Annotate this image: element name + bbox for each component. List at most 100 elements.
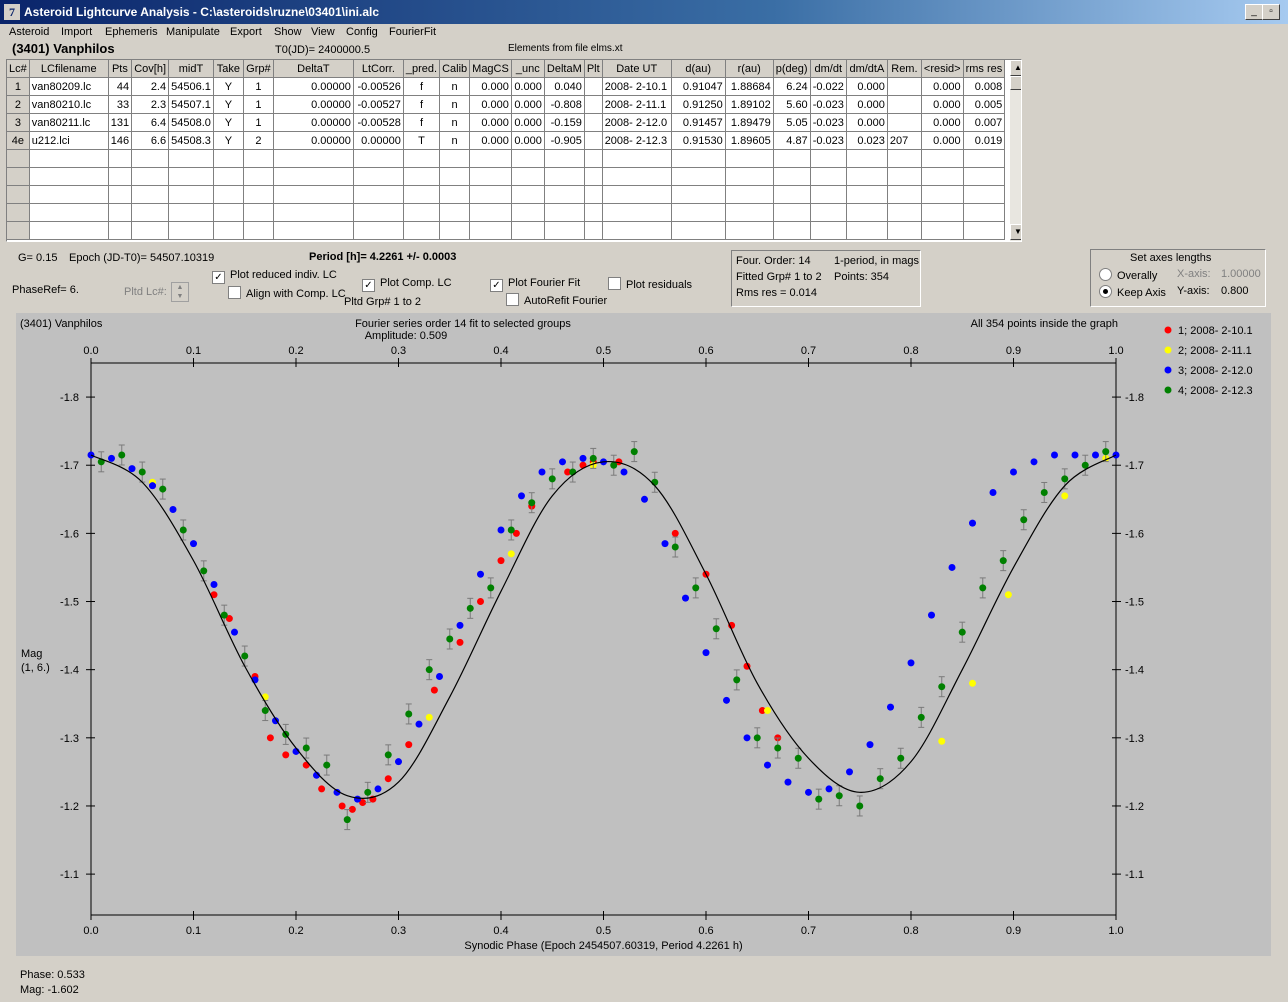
table-cell[interactable] [131, 149, 170, 168]
table-cell[interactable]: 1.89479 [725, 113, 774, 132]
table-cell[interactable] [168, 203, 214, 222]
table-cell[interactable] [584, 77, 603, 96]
table-cell[interactable]: 0.91250 [671, 95, 726, 114]
table-cell[interactable] [213, 203, 244, 222]
pltd-lc-spinner[interactable]: ▲ ▼ [171, 282, 189, 302]
column-header[interactable]: midT [168, 60, 214, 78]
table-cell[interactable] [544, 203, 585, 222]
table-cell[interactable] [602, 185, 672, 204]
column-header[interactable]: Lc# [7, 60, 30, 78]
column-header[interactable]: LCfilename [29, 60, 109, 78]
table-cell[interactable]: 0.000 [846, 95, 888, 114]
column-header[interactable]: Rem. [887, 60, 922, 78]
table-cell[interactable] [353, 167, 404, 186]
table-cell[interactable]: 0.000 [921, 113, 964, 132]
table-cell[interactable]: Y [213, 113, 244, 132]
table-row[interactable]: 4e u212.lci 146 6.6 54508.3 Y 2 0.00000 0.00000 T… [7, 131, 1006, 150]
menu-import[interactable]: Import [61, 26, 92, 38]
table-cell[interactable] [773, 149, 811, 168]
table-cell[interactable] [29, 149, 109, 168]
table-cell[interactable] [602, 149, 672, 168]
column-header[interactable]: LtCorr. [353, 60, 404, 78]
table-row[interactable]: 2 van80210.lc 33 2.3 54507.1 Y 1 0.00000 -0.0052… [7, 95, 1006, 114]
table-cell[interactable] [846, 221, 888, 240]
column-header[interactable]: DeltaM [544, 60, 585, 78]
table-cell[interactable]: 5.05 [773, 113, 811, 132]
column-header[interactable]: d(au) [671, 60, 726, 78]
table-cell[interactable]: 0.000 [921, 95, 964, 114]
table-cell[interactable] [584, 221, 603, 240]
table-cell[interactable] [921, 185, 964, 204]
table-cell[interactable] [403, 167, 441, 186]
table-cell[interactable]: 0.00000 [273, 95, 354, 114]
column-header[interactable]: Pts [108, 60, 133, 78]
table-cell[interactable]: -0.023 [810, 131, 847, 150]
table-cell[interactable]: 0.000 [469, 77, 512, 96]
table-row[interactable] [7, 149, 1006, 168]
table-cell[interactable] [846, 167, 888, 186]
table-cell[interactable] [29, 203, 109, 222]
table-cell[interactable]: 0.91047 [671, 77, 726, 96]
table-cell[interactable] [584, 131, 603, 150]
table-cell[interactable] [725, 149, 774, 168]
table-cell[interactable]: 6.4 [131, 113, 170, 132]
table-cell[interactable]: 33 [108, 95, 133, 114]
table-cell[interactable]: 6.24 [773, 77, 811, 96]
table-cell[interactable] [846, 185, 888, 204]
column-header[interactable]: <resid> [921, 60, 964, 78]
table-cell[interactable] [131, 203, 170, 222]
table-cell[interactable] [810, 185, 847, 204]
table-cell[interactable] [243, 221, 274, 240]
keep-axis-radio[interactable]: Keep Axis [1099, 285, 1166, 299]
table-cell[interactable]: -0.023 [810, 113, 847, 132]
table-cell[interactable]: 2008- 2-12.3 [602, 131, 672, 150]
table-cell[interactable] [273, 185, 354, 204]
table-cell[interactable]: 54508.0 [168, 113, 214, 132]
table-cell[interactable]: 1.89605 [725, 131, 774, 150]
table-cell[interactable] [403, 149, 441, 168]
table-cell[interactable] [243, 185, 274, 204]
table-cell[interactable]: n [439, 77, 471, 96]
table-cell[interactable] [544, 221, 585, 240]
scroll-down-arrow-icon[interactable]: ▼ [1010, 224, 1021, 240]
table-cell[interactable] [887, 77, 922, 96]
table-cell[interactable]: 1.88684 [725, 77, 774, 96]
table-cell[interactable] [810, 203, 847, 222]
overally-radio[interactable]: Overally [1099, 268, 1157, 282]
table-cell[interactable] [511, 203, 545, 222]
table-cell[interactable] [469, 203, 512, 222]
table-cell[interactable] [353, 221, 404, 240]
table-cell[interactable]: 207 [887, 131, 922, 150]
align-comp-checkbox[interactable]: Align with Comp. LC [228, 286, 346, 300]
table-cell[interactable] [213, 221, 244, 240]
table-cell[interactable]: 2008- 2-11.1 [602, 95, 672, 114]
table-cell[interactable]: 5.60 [773, 95, 811, 114]
table-cell[interactable] [773, 203, 811, 222]
plot-fourier-checkbox[interactable]: ✓ Plot Fourier Fit [490, 277, 580, 292]
table-cell[interactable] [439, 167, 471, 186]
table-cell[interactable]: 2.3 [131, 95, 170, 114]
table-cell[interactable]: 0.00000 [273, 113, 354, 132]
table-cell[interactable]: -0.159 [544, 113, 585, 132]
table-cell[interactable] [29, 221, 109, 240]
table-cell[interactable] [353, 185, 404, 204]
table-cell[interactable]: 0.000 [511, 131, 545, 150]
table-cell[interactable] [544, 185, 585, 204]
table-cell[interactable] [725, 167, 774, 186]
table-cell[interactable] [671, 203, 726, 222]
table-cell[interactable] [725, 185, 774, 204]
table-cell[interactable]: 0.000 [921, 77, 964, 96]
table-cell[interactable]: Y [213, 77, 244, 96]
table-cell[interactable] [168, 167, 214, 186]
column-header[interactable]: dm/dt [810, 60, 847, 78]
table-cell[interactable] [403, 203, 441, 222]
table-cell[interactable] [213, 149, 244, 168]
maximize-button[interactable]: ▫ [1262, 4, 1280, 20]
row-header[interactable] [7, 149, 30, 168]
table-cell[interactable] [511, 167, 545, 186]
row-header[interactable] [7, 203, 30, 222]
row-header[interactable] [7, 185, 30, 204]
column-header[interactable]: dm/dtA [846, 60, 888, 78]
table-cell[interactable]: 54508.3 [168, 131, 214, 150]
table-cell[interactable] [584, 167, 603, 186]
